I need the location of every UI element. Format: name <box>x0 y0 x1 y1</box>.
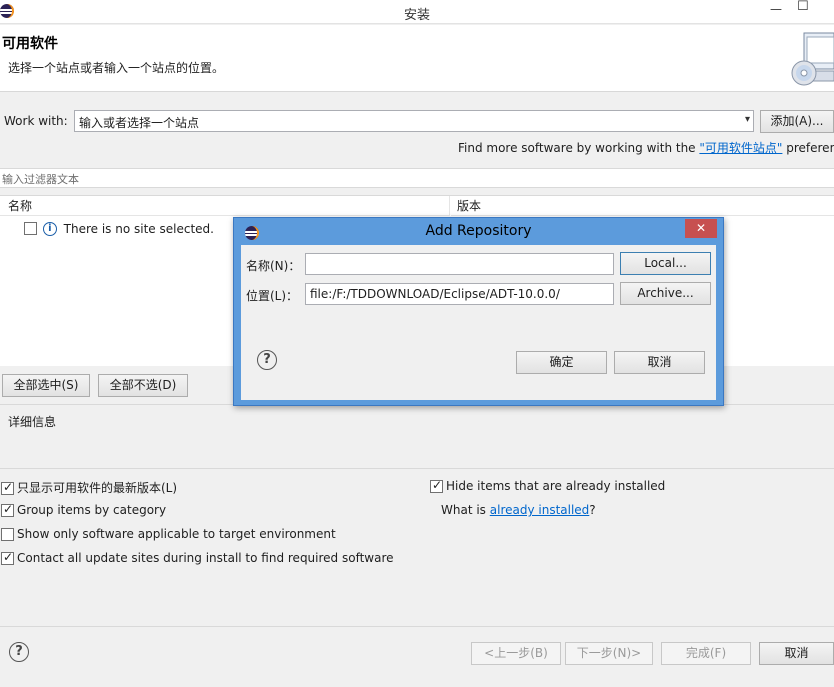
hide-installed-option[interactable]: Hide items that are already installed <box>430 478 666 493</box>
filter-input[interactable]: 输入过滤器文本 <box>0 168 834 188</box>
name-label: 名称(N)： <box>246 259 301 273</box>
find-more-suffix: preferenc <box>786 141 834 155</box>
page-title: 可用软件 <box>2 36 58 52</box>
select-all-button[interactable]: 全部选中(S) <box>2 374 90 397</box>
help-icon[interactable]: ? <box>9 642 29 662</box>
local-button[interactable]: Local... <box>620 252 711 275</box>
work-with-value: 输入或者选择一个站点 <box>79 116 200 130</box>
dialog-title: Add Repository <box>425 223 532 239</box>
add-repository-dialog: Add Repository ✕ 名称(N)： Local... 位置(L)： … <box>233 217 724 406</box>
contact-all-sites-checkbox[interactable] <box>1 550 14 565</box>
find-more-prefix: Find more software by working with the <box>458 141 700 155</box>
hide-installed-checkbox[interactable] <box>430 478 443 493</box>
location-field[interactable]: file:/F:/TDDOWNLOAD/Eclipse/ADT-10.0.0/ <box>305 283 614 305</box>
back-button[interactable]: <上一步(B) <box>471 642 561 665</box>
contact-all-sites-option[interactable]: Contact all update sites during install … <box>1 550 394 565</box>
deselect-all-button[interactable]: 全部不选(D) <box>98 374 188 397</box>
what-is-suffix: ? <box>589 503 596 517</box>
column-header-name[interactable]: 名称 <box>0 196 450 216</box>
name-field[interactable] <box>305 253 614 275</box>
what-is-installed-text: What is already installed? <box>441 503 596 517</box>
divider <box>0 626 834 627</box>
cancel-button[interactable]: 取消 <box>759 642 834 665</box>
row-text: There is no site selected. <box>63 221 214 236</box>
add-site-button[interactable]: 添加(A)... <box>760 110 834 133</box>
contact-all-sites-label: Contact all update sites during install … <box>17 551 394 565</box>
dialog-titlebar: Add Repository ✕ <box>234 218 723 244</box>
dialog-cancel-button[interactable]: 取消 <box>614 351 705 374</box>
archive-button[interactable]: Archive... <box>620 282 711 305</box>
info-icon: i <box>42 221 57 236</box>
window-title: 安装 <box>403 8 430 23</box>
column-header-version[interactable]: 版本 <box>451 196 834 216</box>
details-label: 详细信息 <box>8 415 57 429</box>
what-is-prefix: What is <box>441 503 490 517</box>
chevron-down-icon[interactable]: ▾ <box>745 114 750 125</box>
show-latest-only-checkbox[interactable] <box>1 480 14 495</box>
close-icon[interactable]: ✕ <box>685 219 717 238</box>
group-by-category-option[interactable]: Group items by category <box>1 502 167 517</box>
window-titlebar: 安装 — ☐ <box>0 0 834 24</box>
hide-installed-label: Hide items that are already installed <box>446 479 666 493</box>
next-button[interactable]: 下一步(N)> <box>565 642 653 665</box>
work-with-combo[interactable]: 输入或者选择一个站点 ▾ <box>74 110 754 132</box>
page-description: 选择一个站点或者输入一个站点的位置。 <box>8 61 225 75</box>
find-more-software-text: Find more software by working with the "… <box>458 139 834 156</box>
group-by-category-label: Group items by category <box>17 503 167 517</box>
divider <box>0 468 834 469</box>
show-latest-only-label: 只显示可用软件的最新版本(L) <box>17 481 178 495</box>
available-sites-link[interactable]: "可用软件站点" <box>699 141 782 155</box>
minimize-button[interactable]: — <box>770 2 782 16</box>
ok-button[interactable]: 确定 <box>516 351 607 374</box>
software-install-icon <box>791 32 834 86</box>
already-installed-link[interactable]: already installed <box>490 503 590 517</box>
help-icon[interactable]: ? <box>257 350 277 370</box>
show-applicable-only-checkbox[interactable] <box>1 528 14 541</box>
dialog-body: 名称(N)： Local... 位置(L)： file:/F:/TDDOWNLO… <box>241 245 716 400</box>
show-applicable-only-option[interactable]: Show only software applicable to target … <box>1 527 336 541</box>
finish-button[interactable]: 完成(F) <box>661 642 751 665</box>
group-by-category-checkbox[interactable] <box>1 502 14 517</box>
maximize-button[interactable]: ☐ <box>797 0 809 14</box>
table-row[interactable]: i There is no site selected. <box>24 221 214 237</box>
show-applicable-only-label: Show only software applicable to target … <box>17 527 336 541</box>
row-checkbox[interactable] <box>24 222 37 235</box>
show-latest-only-option[interactable]: 只显示可用软件的最新版本(L) <box>1 479 177 496</box>
wizard-banner: 可用软件 选择一个站点或者输入一个站点的位置。 <box>0 25 834 92</box>
work-with-label: Work with: <box>4 114 68 128</box>
filter-placeholder: 输入过滤器文本 <box>2 173 79 186</box>
location-label: 位置(L)： <box>246 289 299 303</box>
